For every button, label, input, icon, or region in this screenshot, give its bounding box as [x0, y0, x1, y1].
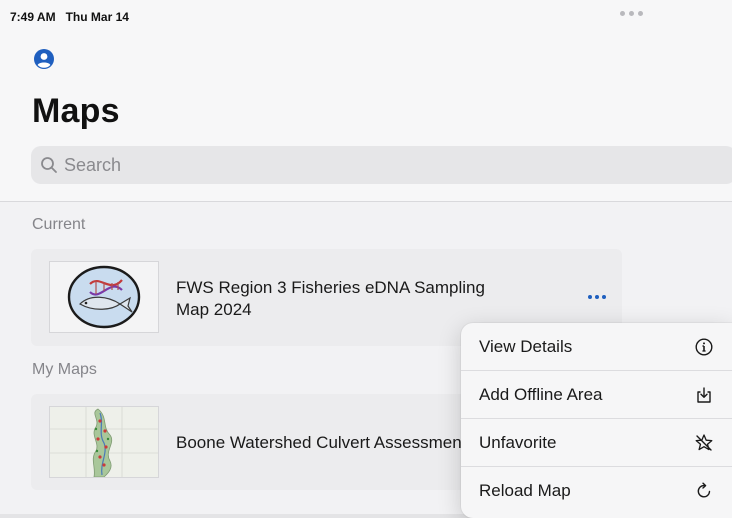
profile-button[interactable] [33, 48, 55, 70]
section-label-my-maps: My Maps [32, 361, 97, 378]
search-icon [40, 156, 58, 174]
menu-item-label: Unfavorite [479, 432, 557, 452]
person-circle-icon [34, 49, 54, 69]
watershed-map-icon [50, 407, 158, 477]
menu-item-label: Reload Map [479, 481, 571, 500]
menu-item-label: Add Offline Area [479, 384, 603, 404]
current-map-title-line1: FWS Region 3 Fisheries eDNA Sampling [176, 278, 485, 297]
status-bar: 7:49 AM Thu Mar 14 [10, 10, 129, 24]
search-placeholder: Search [64, 154, 122, 175]
header-panel: 7:49 AM Thu Mar 14 Maps Search [0, 0, 732, 202]
my-map-card[interactable]: Boone Watershed Culvert Assessment [31, 394, 471, 490]
current-map-title: FWS Region 3 Fisheries eDNA Sampling Map… [176, 277, 485, 321]
reload-icon [694, 481, 714, 501]
menu-item-add-offline-area[interactable]: Add Offline Area [461, 371, 732, 419]
star-slash-icon [694, 433, 714, 453]
menu-item-unfavorite[interactable]: Unfavorite [461, 419, 732, 467]
info-circle-icon [694, 337, 714, 357]
map-thumbnail-boone [49, 406, 159, 478]
status-date: Thu Mar 14 [65, 10, 129, 24]
search-input[interactable]: Search [31, 146, 732, 184]
menu-item-view-details[interactable]: View Details [461, 323, 732, 371]
current-map-title-line2: Map 2024 [176, 300, 252, 319]
download-tray-icon [694, 385, 714, 405]
my-map-title: Boone Watershed Culvert Assessment [176, 433, 462, 452]
multitasking-dots-icon[interactable] [620, 11, 643, 16]
page-title: Maps [32, 92, 120, 130]
map-thumbnail-edna [49, 261, 159, 333]
context-menu: View Details Add Offline Area Unfavorite [461, 323, 732, 518]
fish-dna-logo-icon [67, 265, 141, 329]
status-time: 7:49 AM [10, 10, 56, 24]
menu-item-reload-map[interactable]: Reload Map [461, 467, 732, 515]
more-options-button[interactable] [588, 295, 606, 299]
menu-item-label: View Details [479, 336, 573, 356]
section-label-current: Current [32, 216, 86, 233]
